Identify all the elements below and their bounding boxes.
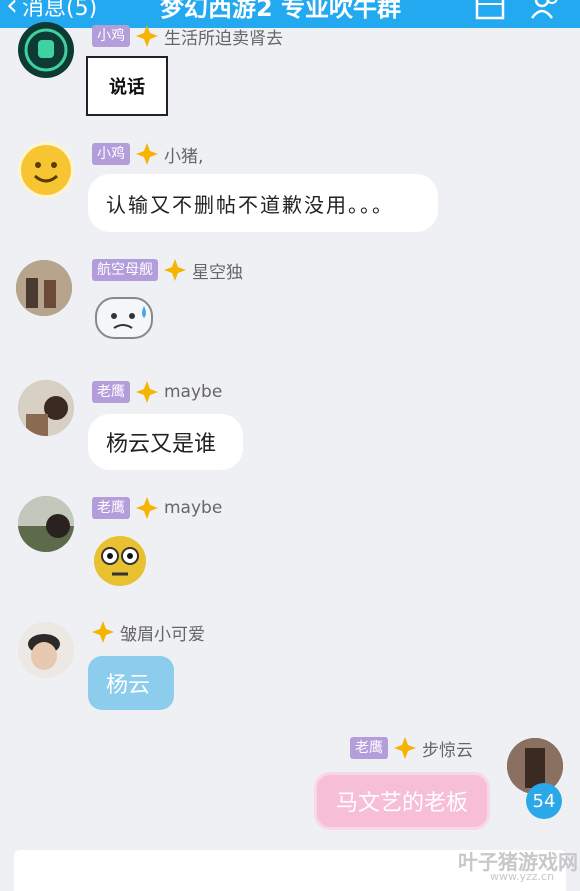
sender-name: maybe: [164, 498, 223, 518]
message-bubble[interactable]: 马文艺的老板: [314, 772, 490, 830]
star-icon: [136, 381, 158, 403]
sticker-shuohua: 说话: [86, 56, 168, 116]
member-badge: 老鹰: [92, 497, 130, 519]
message-bubble[interactable]: 认输又不删帖不道歉没用。。。: [88, 174, 438, 232]
star-icon: [164, 259, 186, 281]
sender-name: 生活所迫卖肾去: [164, 28, 283, 49]
back-label: 消息(5): [22, 0, 98, 21]
sender-name: maybe: [164, 382, 223, 402]
member-badge: 小鸡: [92, 25, 130, 47]
star-icon: [394, 737, 416, 759]
sender-name: 小猪,: [164, 146, 204, 167]
member-badge: 航空母舰: [92, 259, 158, 281]
message-text: 杨云又是谁: [106, 432, 217, 457]
message-text: 马文艺的老板: [335, 791, 468, 816]
avatar[interactable]: [18, 622, 74, 678]
avatar[interactable]: [18, 380, 74, 436]
message-bubble[interactable]: 杨云又是谁: [88, 414, 243, 470]
sad-sticker-icon: [95, 297, 153, 339]
star-icon: [136, 497, 158, 519]
member-badge: 老鹰: [92, 381, 130, 403]
sender-name: 星空独: [192, 262, 243, 283]
message-bubble[interactable]: 杨云: [88, 656, 174, 710]
member-badge: 老鹰: [350, 737, 388, 759]
message-text: 杨云: [106, 673, 151, 698]
star-icon: [136, 25, 158, 47]
watermark-url: www.yzz.cn: [490, 870, 555, 883]
sender-name: 步惊云: [422, 740, 473, 761]
message-text: 认输又不删帖不道歉没用。。。: [106, 192, 394, 217]
shocked-face-sticker-icon: [94, 536, 146, 586]
unread-count-badge[interactable]: 54: [526, 783, 562, 819]
avatar[interactable]: [16, 260, 72, 316]
back-button[interactable]: ‹ 消息(5): [6, 0, 97, 22]
avatar[interactable]: [18, 22, 74, 78]
avatar[interactable]: [18, 496, 74, 552]
member-badge: 小鸡: [92, 143, 130, 165]
group-members-icon[interactable]: [530, 0, 562, 20]
chat-title: 梦幻西游2 专业吹牛群: [160, 0, 402, 22]
sticker-text: 说话: [109, 77, 145, 98]
sender-name: 皱眉小可爱: [120, 624, 205, 645]
star-icon: [136, 143, 158, 165]
calendar-icon[interactable]: [474, 0, 506, 20]
avatar[interactable]: [18, 142, 74, 198]
star-icon: [92, 621, 114, 643]
chevron-left-icon: ‹: [6, 0, 18, 23]
chat-header: ‹ 消息(5) 梦幻西游2 专业吹牛群: [0, 0, 580, 28]
